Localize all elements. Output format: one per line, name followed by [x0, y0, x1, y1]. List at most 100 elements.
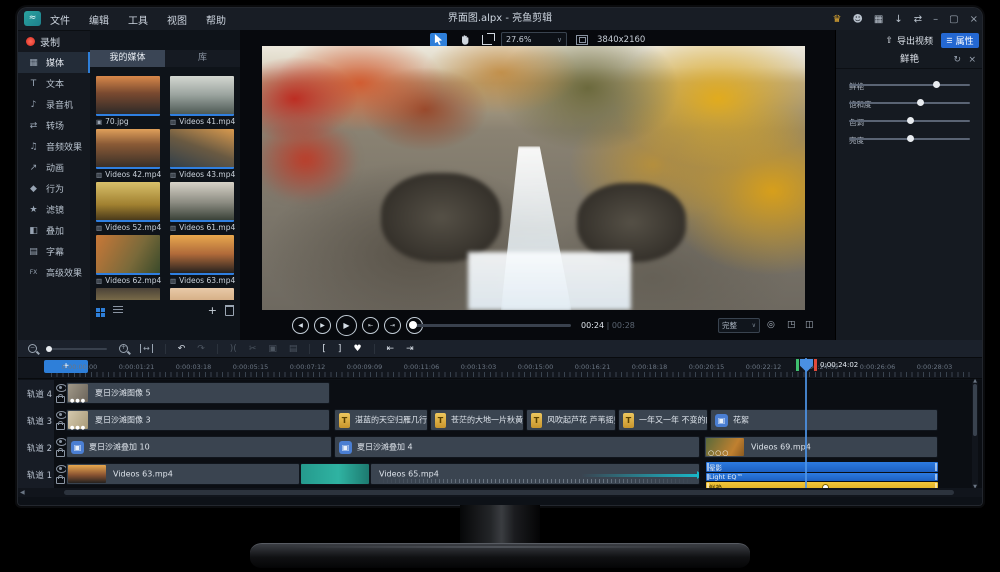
effect-bar[interactable]: Light EQ™ — [706, 473, 938, 481]
zoom-out-icon[interactable]: − — [28, 344, 37, 353]
save-icon[interactable]: ▦ — [874, 14, 883, 25]
next-frame-button[interactable]: ▶ — [314, 317, 331, 334]
timeline-clip-title[interactable]: T一年又一年 不变的向往 — [618, 409, 708, 431]
timeline-clip-overlay[interactable]: ▣夏日沙滩叠加 10 — [66, 436, 332, 458]
previous-frame-button[interactable]: ◀ — [292, 317, 309, 334]
media-item[interactable]: ▥ Videos 42.mp4 — [96, 129, 160, 180]
previous-edit-icon[interactable]: ⇤ — [387, 344, 395, 354]
media-item[interactable]: ▣ 70.jpg — [96, 76, 160, 127]
timeline-clip-video[interactable]: ○○○Videos 69.mp4 — [704, 436, 938, 458]
timeline-clip-title[interactable]: T苍茫的大地一片秋黄 — [430, 409, 524, 431]
crown-icon[interactable]: ♛ — [833, 14, 842, 25]
video-preview-canvas[interactable] — [262, 46, 805, 310]
playback-progress-bar[interactable] — [413, 324, 571, 327]
sidebar-item-media[interactable]: ▦ 媒体 — [18, 52, 90, 73]
media-thumbnail[interactable] — [96, 288, 160, 300]
download-icon[interactable]: ↓ — [894, 14, 902, 25]
sidebar-item-transition[interactable]: ⇄ 转场 — [18, 115, 90, 136]
media-thumbnail[interactable] — [96, 235, 160, 275]
snapshot-icon[interactable]: ◎ — [767, 320, 775, 330]
close-icon[interactable]: × — [968, 52, 976, 68]
media-item[interactable] — [96, 288, 160, 300]
timeline-clip-video[interactable]: Videos 65.mp4 — [370, 463, 700, 485]
slider-thumb[interactable] — [933, 81, 940, 88]
sidebar-item-audio-effect[interactable]: ♫ 音频效果 — [18, 136, 90, 157]
sidebar-item-advanced-effect[interactable]: FX 高级效果 — [18, 262, 90, 283]
media-item[interactable] — [170, 288, 234, 300]
vertical-scrollbar[interactable]: ▲ ▼ — [972, 380, 978, 488]
horizontal-scroll-thumb[interactable] — [64, 490, 954, 495]
mark-out-icon[interactable]: ] — [338, 344, 342, 354]
marker-icon[interactable]: ♥ — [353, 344, 361, 354]
media-item[interactable]: ▥ Videos 63.mp4 — [170, 235, 234, 286]
select-tool-button[interactable] — [430, 33, 447, 47]
media-thumbnail[interactable] — [170, 235, 234, 275]
media-item[interactable]: ▥ Videos 62.mp4 — [96, 235, 160, 286]
timeline-clip-title[interactable]: T湛蓝的天空归雁几行 — [334, 409, 428, 431]
cut-icon[interactable]: ✂ — [249, 344, 257, 354]
redo-icon[interactable]: ↷ — [197, 344, 205, 354]
menu-edit[interactable]: 编辑 — [89, 12, 109, 27]
properties-button[interactable]: ☰ 属性 — [941, 33, 979, 48]
media-thumbnail[interactable] — [170, 129, 234, 169]
sidebar-item-recorder[interactable]: ♪ 录音机 — [18, 94, 90, 115]
sidebar-item-behavior[interactable]: ◆ 行为 — [18, 178, 90, 199]
dual-screen-icon[interactable]: ◫ — [805, 320, 814, 330]
next-edit-icon[interactable]: ⇥ — [406, 344, 414, 354]
timeline-clip-overlay[interactable]: ▣夏日沙滩叠加 4 — [334, 436, 700, 458]
media-item[interactable]: ▥ Videos 52.mp4 — [96, 182, 160, 233]
jump-start-button[interactable]: ⇤ — [362, 317, 379, 334]
timeline-clip-image[interactable]: ●●●夏日沙滩图像 3 — [66, 409, 330, 431]
effect-bar[interactable]: 晕影 — [706, 462, 938, 472]
account-icon[interactable]: ☻ — [852, 14, 862, 25]
undo-icon[interactable]: ↶ — [178, 344, 186, 354]
timeline-clip-image[interactable]: ●●●夏日沙滩图像 5 — [66, 382, 330, 404]
jump-end-button[interactable]: ⇥ — [384, 317, 401, 334]
media-item[interactable]: ▥ Videos 61.mp4 — [170, 182, 234, 233]
timeline-clip-title[interactable]: T风吹起芦花 芦苇摇曳 — [526, 409, 616, 431]
record-button[interactable]: 录制 — [26, 34, 60, 49]
minimize-icon[interactable]: – — [933, 14, 938, 25]
timeline-clip-transition[interactable] — [300, 463, 370, 485]
paste-icon[interactable]: ▤ — [289, 344, 298, 354]
horizontal-scrollbar[interactable]: ◀ — [18, 488, 982, 497]
lock-icon[interactable] — [56, 450, 65, 457]
timeline-zoom-slider[interactable] — [49, 348, 107, 350]
slider-thumb[interactable] — [907, 135, 914, 142]
play-button[interactable]: ▶ — [336, 315, 357, 336]
grid-view-icon[interactable] — [96, 308, 100, 312]
scroll-left-icon[interactable]: ◀ — [20, 488, 25, 497]
lock-icon[interactable] — [56, 396, 65, 403]
crop-tool-button[interactable] — [482, 35, 492, 45]
sidebar-item-overlay[interactable]: ◧ 叠加 — [18, 220, 90, 241]
slider-track[interactable] — [849, 138, 970, 140]
fullscreen-icon[interactable]: ◳ — [787, 320, 796, 330]
media-tab-library[interactable]: 库 — [165, 50, 240, 67]
media-item[interactable]: ▥ Videos 41.mp4 — [170, 76, 234, 127]
lock-icon[interactable] — [56, 423, 65, 430]
reset-icon[interactable]: ↻ — [953, 52, 961, 68]
zoom-in-icon[interactable]: + — [119, 344, 128, 353]
hand-tool-button[interactable] — [456, 33, 473, 47]
media-thumbnail[interactable] — [96, 76, 160, 116]
fit-mode-select[interactable]: 完整 ∨ — [718, 318, 760, 333]
maximize-icon[interactable]: ▢ — [949, 14, 958, 25]
media-thumbnail[interactable] — [170, 288, 234, 300]
fit-timeline-icon[interactable]: ↔ — [140, 344, 153, 353]
slider-thumb[interactable] — [917, 99, 924, 106]
timeline-clip-overlay[interactable]: ▣花絮 — [710, 409, 938, 431]
close-icon[interactable]: × — [970, 14, 978, 25]
sync-icon[interactable]: ⇄ — [914, 14, 922, 25]
delete-icon[interactable] — [225, 305, 234, 316]
menu-view[interactable]: 视图 — [167, 12, 187, 27]
menu-file[interactable]: 文件 — [50, 12, 70, 27]
slider-track[interactable] — [849, 120, 970, 122]
sidebar-item-subtitle[interactable]: ▤ 字幕 — [18, 241, 90, 262]
menu-help[interactable]: 帮助 — [206, 12, 226, 27]
media-tab-my-media[interactable]: 我的媒体 — [90, 50, 165, 67]
media-thumbnail[interactable] — [170, 182, 234, 222]
media-thumbnail[interactable] — [170, 76, 234, 116]
slider-track[interactable] — [849, 84, 970, 86]
split-icon[interactable]: )( — [230, 344, 237, 354]
export-video-button[interactable]: ⇧ 导出视频 — [885, 34, 933, 47]
